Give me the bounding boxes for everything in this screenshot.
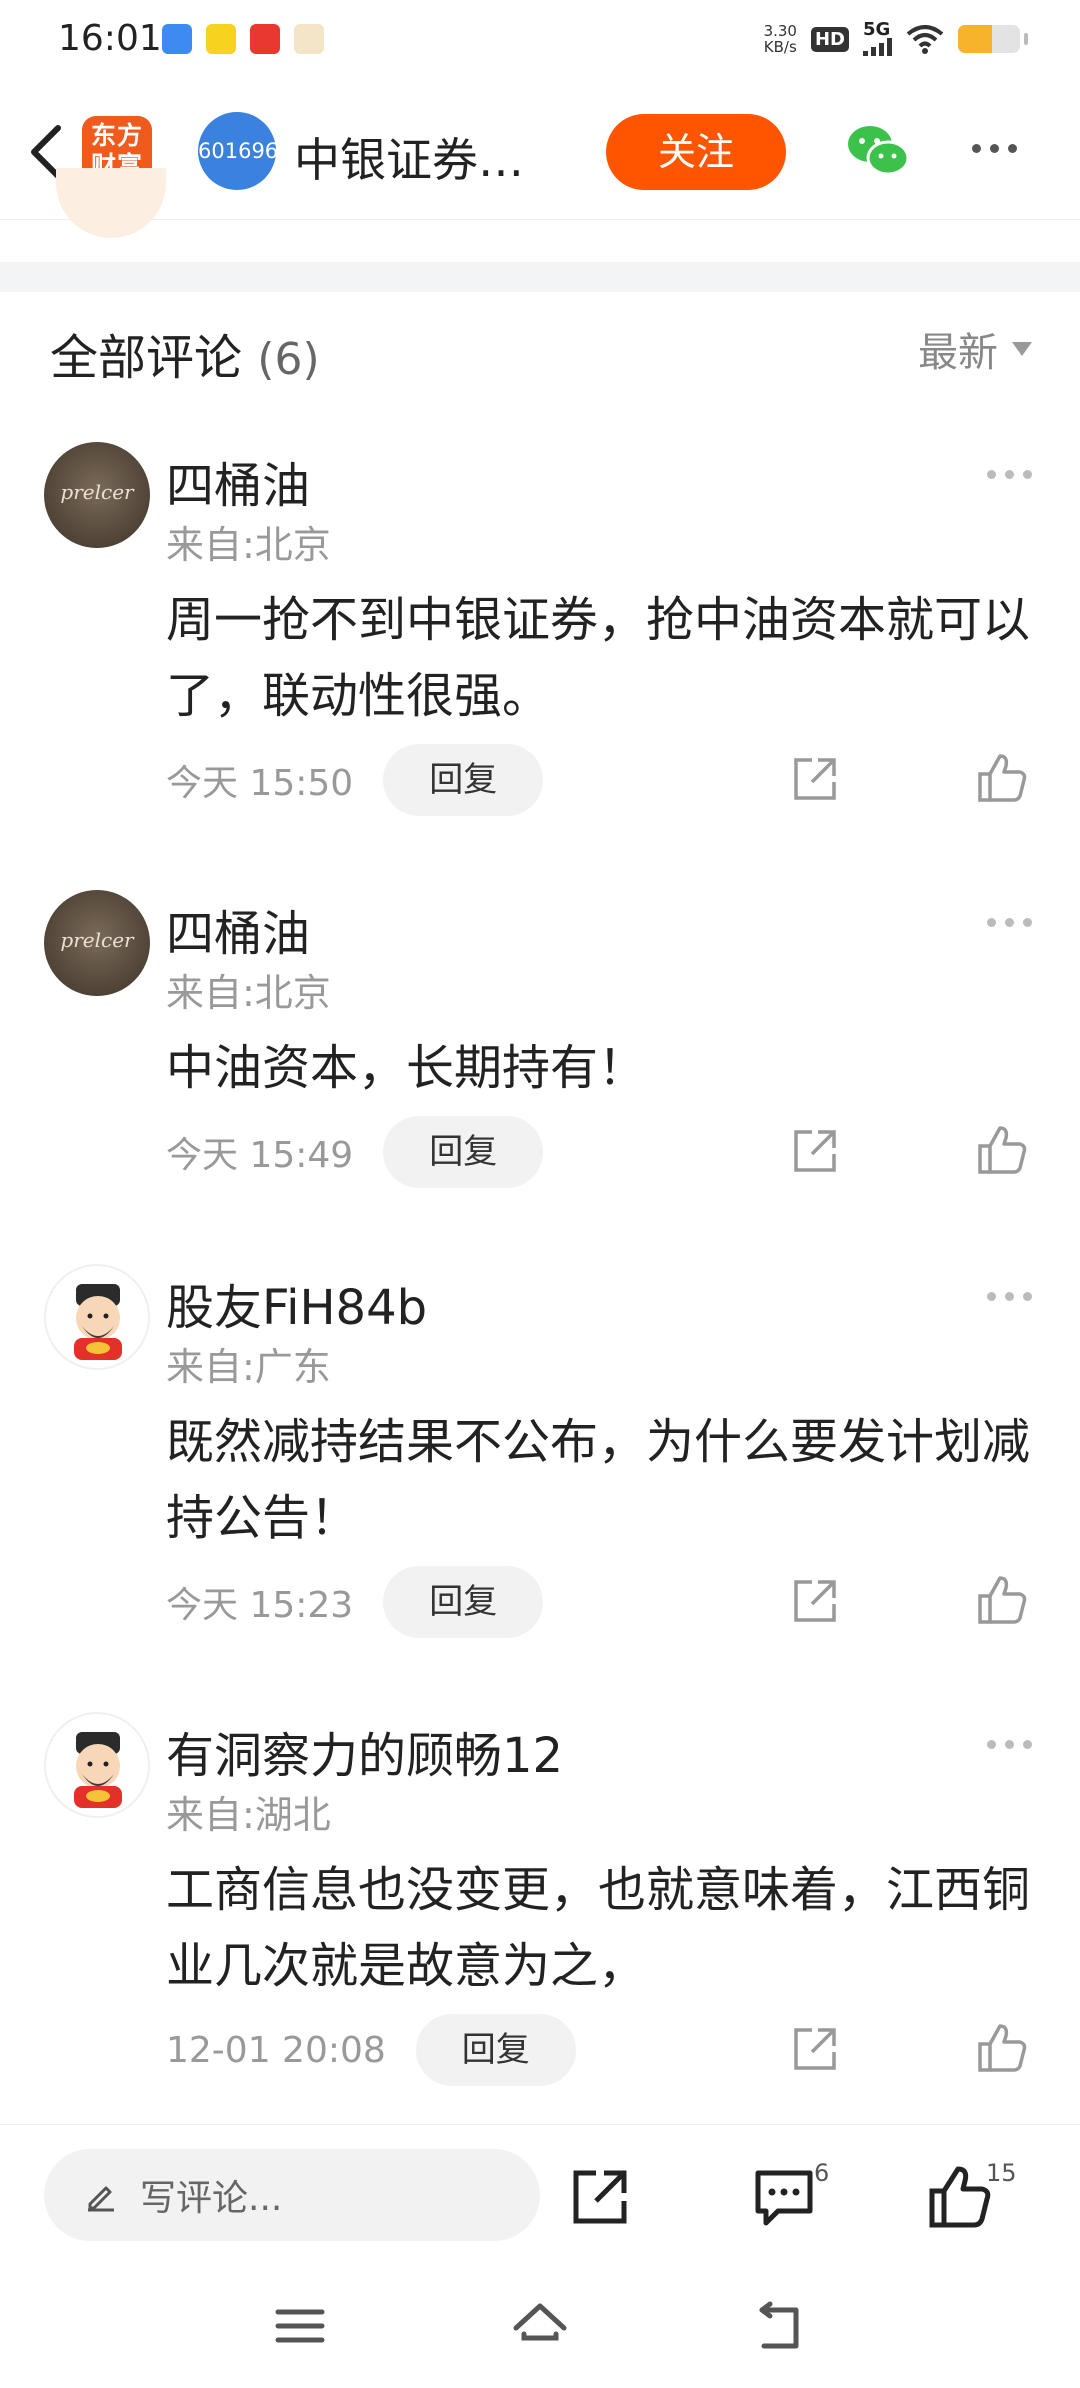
stock-title[interactable]: 中银证券… xyxy=(294,124,524,190)
avatar[interactable]: prelcer xyxy=(44,442,150,548)
notification-app-icon xyxy=(294,24,324,54)
comment-time: 12-01 20:08 xyxy=(166,2029,386,2071)
battery-level xyxy=(958,25,993,53)
more-options-icon[interactable] xyxy=(972,144,1017,153)
comment-count: 6 xyxy=(814,2159,830,2187)
reply-button[interactable]: 回复 xyxy=(383,1566,544,1638)
comment-author[interactable]: 股友FiH84b xyxy=(166,1268,427,1338)
pencil-icon xyxy=(88,2186,114,2212)
comment-location: 来自:湖北 xyxy=(166,1793,331,1837)
sort-dropdown[interactable]: 最新 xyxy=(918,320,1032,378)
comment-text[interactable]: 周一抢不到中银证券，抢中油资本就可以了，联动性很强。 xyxy=(166,582,1046,734)
network-speed: 3.30 KB/s xyxy=(763,22,797,56)
battery-icon xyxy=(958,25,1020,53)
comment-meta: 今天 15:49 回复 xyxy=(166,1116,544,1188)
comment-text[interactable]: 既然减持结果不公布，为什么要发计划减持公告！ xyxy=(166,1404,1046,1556)
comment-time: 今天 15:49 xyxy=(166,1135,354,1176)
like-icon[interactable] xyxy=(976,1574,1028,1626)
wechat-share-icon[interactable] xyxy=(846,124,910,178)
status-bar: 16:01 3.30 KB/s HD 5G xyxy=(0,0,1080,84)
like-icon[interactable] xyxy=(976,2022,1028,2074)
share-icon[interactable] xyxy=(790,2024,840,2074)
status-time: 16:01 xyxy=(58,18,162,59)
share-icon[interactable] xyxy=(568,2165,632,2229)
share-icon[interactable] xyxy=(790,754,840,804)
comment-time: 今天 15:50 xyxy=(166,763,354,804)
comments-title: 全部评论 (6) xyxy=(50,330,320,386)
comments-count: (6) xyxy=(257,334,320,385)
battery-tip xyxy=(1024,33,1028,45)
system-nav-bar xyxy=(0,2264,1080,2388)
share-icon[interactable] xyxy=(790,1576,840,1626)
follow-button[interactable]: 关注 xyxy=(606,114,786,190)
previous-content-peek xyxy=(56,168,166,238)
menu-icon[interactable] xyxy=(272,2298,328,2354)
reply-button[interactable]: 回复 xyxy=(383,744,544,816)
comment-author[interactable]: 四桶油 xyxy=(166,894,310,964)
hd-icon: HD xyxy=(810,26,849,52)
comment-more-icon[interactable] xyxy=(987,1740,1032,1749)
comment-author[interactable]: 四桶油 xyxy=(166,446,310,516)
caret-down-icon xyxy=(1012,342,1032,356)
comment-more-icon[interactable] xyxy=(987,1292,1032,1301)
home-icon[interactable] xyxy=(512,2298,568,2354)
avatar[interactable]: prelcer xyxy=(44,890,150,996)
like-icon[interactable] xyxy=(976,1124,1028,1176)
fortune-god-avatar-icon xyxy=(74,1284,122,1360)
comment-more-icon[interactable] xyxy=(987,918,1032,927)
stock-avatar[interactable]: 601696 xyxy=(198,112,278,190)
avatar[interactable] xyxy=(44,1712,150,1818)
write-comment-input[interactable]: 写评论... xyxy=(44,2149,540,2241)
write-comment-placeholder: 写评论... xyxy=(140,2178,283,2219)
like-icon[interactable] xyxy=(976,752,1028,804)
signal-icon: 5G xyxy=(863,21,892,56)
comment-icon[interactable] xyxy=(752,2165,816,2229)
comment-location: 来自:广东 xyxy=(166,1345,331,1389)
notification-app-icon xyxy=(162,24,192,54)
bottom-action-bar: 写评论... 6 15 xyxy=(0,2124,1080,2264)
back-nav-icon[interactable] xyxy=(752,2298,808,2354)
reply-button[interactable]: 回复 xyxy=(415,2014,576,2086)
fortune-god-avatar-icon xyxy=(74,1732,122,1808)
comment-more-icon[interactable] xyxy=(987,470,1032,479)
wifi-icon xyxy=(906,25,944,54)
share-icon[interactable] xyxy=(790,1126,840,1176)
comment-location: 来自:北京 xyxy=(166,971,331,1015)
status-notification-icons xyxy=(162,24,324,54)
section-divider xyxy=(0,262,1080,292)
comment-time: 今天 15:23 xyxy=(166,1585,354,1626)
status-indicators: 3.30 KB/s HD 5G xyxy=(763,21,1028,56)
notification-app-icon xyxy=(250,24,280,54)
comment-meta: 今天 15:23 回复 xyxy=(166,1566,544,1638)
notification-app-icon xyxy=(206,24,236,54)
comment-meta: 12-01 20:08 回复 xyxy=(166,2014,576,2086)
comment-meta: 今天 15:50 回复 xyxy=(166,744,544,816)
avatar[interactable] xyxy=(44,1264,150,1370)
comment-text[interactable]: 工商信息也没变更，也就意味着，江西铜业几次就是故意为之， xyxy=(166,1852,1046,2004)
like-icon[interactable] xyxy=(928,2165,992,2229)
comment-text[interactable]: 中油资本，长期持有！ xyxy=(166,1030,1046,1106)
reply-button[interactable]: 回复 xyxy=(383,1116,544,1188)
like-count: 15 xyxy=(986,2159,1017,2187)
comment-author[interactable]: 有洞察力的顾畅12 xyxy=(166,1716,563,1786)
comment-location: 来自:北京 xyxy=(166,523,331,567)
